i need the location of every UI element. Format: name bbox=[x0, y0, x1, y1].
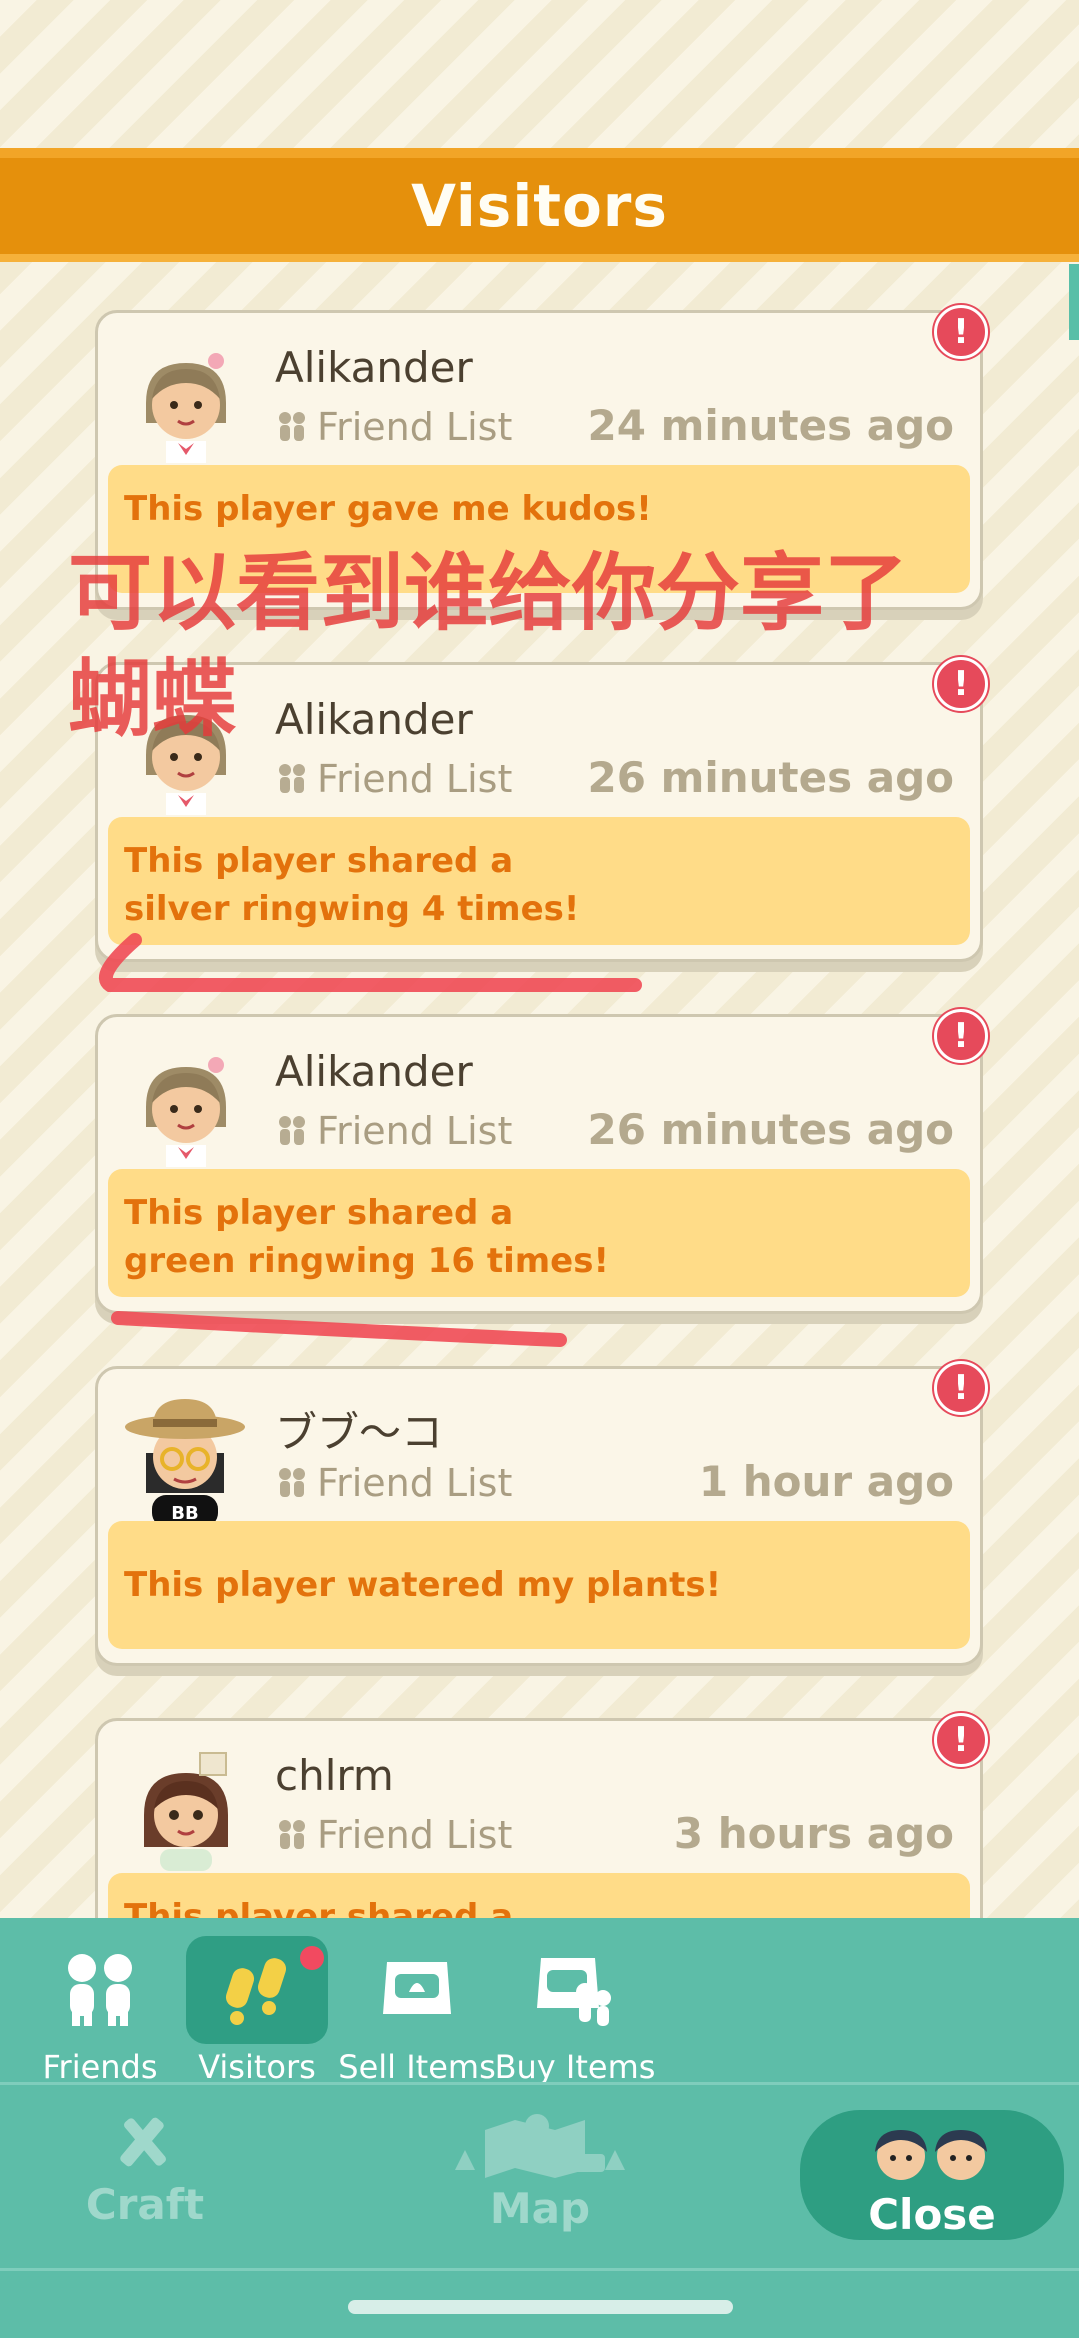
visitor-card[interactable]: Alikander Friend List 26 minutes ago Thi… bbox=[95, 1009, 988, 1314]
friends-icon bbox=[68, 1954, 132, 2026]
message-text: This player gave me kudos! bbox=[124, 489, 652, 529]
nav-label: Craft bbox=[85, 2180, 205, 2229]
friends-icon bbox=[279, 412, 305, 441]
visitor-name: Alikander bbox=[275, 1047, 473, 1096]
notification-dot bbox=[300, 1946, 324, 1970]
annotation-line: 蝴蝶 bbox=[68, 650, 237, 748]
nav-label: Close bbox=[868, 2190, 996, 2239]
scrollbar[interactable] bbox=[1069, 264, 1079, 340]
alert-icon: ! bbox=[934, 1713, 988, 1767]
tab-label: Buy Items bbox=[494, 2048, 656, 2086]
visitor-name: Alikander bbox=[275, 343, 473, 392]
annotation-line: 可以看到谁给你分享了 bbox=[68, 544, 909, 642]
message-text: This player watered my plants! bbox=[124, 1565, 722, 1605]
tab-sell-items[interactable]: Sell Items bbox=[338, 1936, 496, 2086]
visitors-header: Visitors bbox=[0, 148, 1079, 262]
villager-avatar bbox=[144, 1752, 228, 1871]
friend-list-label: Friend List bbox=[317, 1109, 513, 1153]
visit-time: 26 minutes ago bbox=[587, 753, 954, 802]
page-title: Visitors bbox=[411, 172, 668, 240]
alert-icon: ! bbox=[934, 1361, 988, 1415]
message-box: This player shared a silver ringwing 4 t… bbox=[108, 817, 970, 945]
friend-list-label: Friend List bbox=[317, 1461, 513, 1505]
alert-icon: ! bbox=[934, 1009, 988, 1063]
nav-label: Map bbox=[489, 2184, 591, 2233]
message-line: This player shared a bbox=[124, 841, 514, 881]
villager-avatar: BB bbox=[125, 1399, 245, 1527]
friends-icon bbox=[279, 764, 305, 793]
visit-time: 26 minutes ago bbox=[587, 1105, 954, 1154]
sell-box-icon bbox=[383, 1962, 451, 2014]
friends-icon bbox=[279, 1116, 305, 1145]
visitor-card[interactable]: BB ブブ〜コ Friend List 1 hour ago This play… bbox=[95, 1361, 988, 1666]
villager-avatar bbox=[146, 353, 226, 463]
visit-time: 24 minutes ago bbox=[587, 401, 954, 450]
message-line: silver ringwing 4 times! bbox=[124, 889, 580, 929]
map-icon bbox=[455, 2114, 625, 2178]
divider bbox=[0, 2082, 1079, 2085]
annotation-caption: 可以看到谁给你分享了 蝴蝶 bbox=[68, 540, 998, 752]
friends-icon bbox=[279, 1820, 305, 1849]
tab-buy-items[interactable]: Buy Items bbox=[495, 1936, 655, 2086]
visitor-name: chlrm bbox=[275, 1751, 394, 1800]
message-box: This player watered my plants! bbox=[108, 1521, 970, 1649]
visit-time: 3 hours ago bbox=[673, 1809, 954, 1858]
craft-tools-icon bbox=[120, 2117, 166, 2167]
divider bbox=[0, 2268, 1079, 2271]
map-button[interactable]: Map bbox=[440, 2110, 640, 2240]
tab-visitors[interactable]: Visitors bbox=[182, 1936, 332, 2086]
tab-bar: Friends Visitors Sell Items Buy Items bbox=[0, 1918, 1079, 2086]
message-line: green ringwing 16 times! bbox=[124, 1241, 609, 1281]
home-indicator[interactable] bbox=[348, 2300, 733, 2314]
message-text: This player shared a green ringwing 16 t… bbox=[124, 1189, 609, 1285]
friend-list-label: Friend List bbox=[317, 757, 513, 801]
underline-stroke bbox=[111, 1311, 567, 1347]
close-button[interactable]: Close bbox=[800, 2110, 1064, 2240]
friend-list-label: Friend List bbox=[317, 1813, 513, 1857]
craft-button[interactable]: Craft bbox=[50, 2110, 240, 2240]
visitor-name: ブブ〜コ bbox=[275, 1408, 444, 1457]
friends-icon bbox=[279, 1468, 305, 1497]
bottom-panel: Friends Visitors Sell Items Buy Items Cr… bbox=[0, 1918, 1079, 2338]
tab-friends[interactable]: Friends bbox=[25, 1936, 175, 2086]
buy-shop-icon bbox=[537, 1958, 611, 2026]
message-text: This player shared a silver ringwing 4 t… bbox=[124, 837, 579, 933]
friend-list-label: Friend List bbox=[317, 405, 513, 449]
villager-avatar bbox=[146, 1057, 226, 1167]
villagers-icon bbox=[875, 2130, 987, 2180]
message-line: This player shared a bbox=[124, 1193, 514, 1233]
visit-time: 1 hour ago bbox=[698, 1457, 954, 1506]
footprints-icon bbox=[225, 1958, 287, 2025]
alert-icon: ! bbox=[934, 305, 988, 359]
message-box: This player shared a green ringwing 16 t… bbox=[108, 1169, 970, 1297]
